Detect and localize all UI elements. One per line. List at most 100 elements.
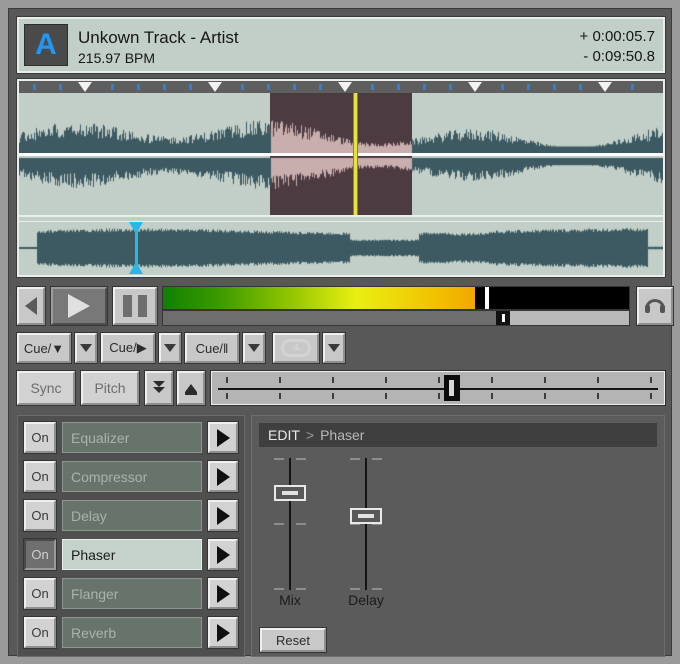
parameter-slider-tick (274, 523, 284, 525)
pitch-fader[interactable] (210, 370, 666, 406)
parameter-slider-track (365, 458, 367, 590)
pitch-fader-tick (544, 377, 546, 383)
waveform-center-line (19, 153, 663, 156)
waveform-detail[interactable] (19, 93, 663, 215)
track-title: Unkown Track - Artist (78, 28, 239, 48)
loop-length-label: 4 (292, 342, 300, 354)
track-text-block: Unkown Track - Artist 215.97 BPM (68, 19, 580, 71)
sync-button[interactable]: Sync (16, 370, 76, 406)
cue-pause-button[interactable]: Cue/‖ (184, 332, 240, 364)
effect-on-button-delay[interactable]: On (23, 499, 57, 532)
parameter-slider-tick (274, 458, 284, 460)
effect-on-button-flanger[interactable]: On (23, 577, 57, 610)
parameter-slider-handle-delay[interactable] (350, 507, 382, 524)
pitch-fader-handle[interactable] (443, 375, 460, 401)
beat-marker (137, 84, 140, 90)
arrow-right-icon (216, 584, 230, 603)
parameter-slider-delay[interactable]: Delay (336, 458, 396, 610)
chevron-down-icon (328, 344, 340, 352)
chevron-down-icon (248, 344, 260, 352)
pitch-button[interactable]: Pitch (80, 370, 140, 406)
parameter-slider-label: Delay (348, 592, 384, 608)
downbeat-marker (468, 82, 482, 92)
effect-name-delay[interactable]: Delay (62, 500, 202, 531)
waveform-panel[interactable] (16, 78, 666, 278)
downbeat-marker (208, 82, 222, 92)
cue-monitor-button[interactable] (636, 286, 674, 326)
effect-on-button-equalizer[interactable]: On (23, 421, 57, 454)
cue-set-button[interactable]: Cue/▼ (16, 332, 72, 364)
track-time-block: + 0:00:05.7 - 0:09:50.8 (580, 19, 663, 71)
beat-marker (319, 84, 322, 90)
pitch-fader-tick (491, 393, 493, 399)
pitch-fader-tick (650, 393, 652, 399)
skip-previous-button[interactable] (9, 286, 46, 326)
time-remaining: - 0:09:50.8 (583, 48, 655, 65)
beat-marker (553, 84, 556, 90)
pitch-fader-tick (491, 377, 493, 383)
effect-name-flanger[interactable]: Flanger (62, 578, 202, 609)
effect-edit-button-equalizer[interactable] (207, 421, 239, 454)
waveform-overview[interactable] (19, 221, 663, 274)
effect-on-button-reverb[interactable]: On (23, 616, 57, 649)
effect-edit-button-delay[interactable] (207, 499, 239, 532)
pitch-fader-tick (226, 377, 228, 383)
loop-options-button[interactable] (322, 332, 346, 364)
beat-marker (293, 84, 296, 90)
beat-marker (527, 84, 530, 90)
parameter-slider-tick (274, 588, 284, 590)
transport-row (9, 285, 674, 329)
cue-play-button-options[interactable] (158, 332, 182, 364)
downbeat-marker (78, 82, 92, 92)
deck-panel: A Unkown Track - Artist 215.97 BPM + 0:0… (8, 8, 674, 657)
beat-marker (33, 84, 36, 90)
effect-edit-panel: EDIT > Phaser Mix Delay Reset (251, 415, 665, 657)
beat-marker (397, 84, 400, 90)
overview-position-marker[interactable] (128, 222, 143, 274)
effect-on-button-phaser[interactable]: On (23, 538, 57, 571)
effect-edit-button-compressor[interactable] (207, 460, 239, 493)
loop-button[interactable]: 4 (272, 332, 320, 364)
effect-edit-button-reverb[interactable] (207, 616, 239, 649)
play-icon (68, 294, 90, 318)
beat-marker (579, 84, 582, 90)
chevron-down-icon (164, 344, 176, 352)
parameter-slider-handle-mix[interactable] (274, 485, 306, 502)
pause-button[interactable] (112, 286, 158, 326)
pitch-fader-tick (597, 377, 599, 383)
parameter-slider-tick (372, 588, 382, 590)
effect-name-compressor[interactable]: Compressor (62, 461, 202, 492)
cue-play-button[interactable]: Cue/▶ (100, 332, 156, 364)
arrow-right-icon (216, 467, 230, 486)
pitch-fader-tick (597, 393, 599, 399)
edit-label: EDIT (268, 427, 300, 443)
effect-edit-button-phaser[interactable] (207, 538, 239, 571)
effect-name-phaser[interactable]: Phaser (62, 539, 202, 570)
downbeat-marker (598, 82, 612, 92)
play-button[interactable] (50, 286, 108, 326)
position-slider-fill (163, 311, 504, 325)
effect-edit-button-flanger[interactable] (207, 577, 239, 610)
effect-row: On Phaser (23, 538, 239, 571)
pitch-nudge-down-button[interactable] (144, 370, 174, 406)
effect-row: On Equalizer (23, 421, 239, 454)
overview-canvas (19, 222, 663, 274)
loop-icon: 4 (281, 339, 311, 357)
arrow-right-icon (216, 428, 230, 447)
beat-marker (111, 84, 114, 90)
reset-button[interactable]: Reset (259, 627, 327, 653)
deck-letter: A (24, 24, 68, 66)
position-slider[interactable] (162, 310, 630, 326)
effect-on-button-compressor[interactable]: On (23, 460, 57, 493)
pitch-nudge-up-button[interactable] (176, 370, 206, 406)
parameter-slider-mix[interactable]: Mix (260, 458, 320, 610)
effect-row: On Delay (23, 499, 239, 532)
cue-set-button-options[interactable] (74, 332, 98, 364)
effect-name-reverb[interactable]: Reverb (62, 617, 202, 648)
track-info-bar: A Unkown Track - Artist 215.97 BPM + 0:0… (16, 16, 666, 74)
skip-previous-icon (9, 297, 37, 315)
beat-marker-strip[interactable] (19, 81, 663, 93)
cue-pause-button-options[interactable] (242, 332, 266, 364)
position-slider-handle[interactable] (496, 311, 511, 325)
effect-name-equalizer[interactable]: Equalizer (62, 422, 202, 453)
